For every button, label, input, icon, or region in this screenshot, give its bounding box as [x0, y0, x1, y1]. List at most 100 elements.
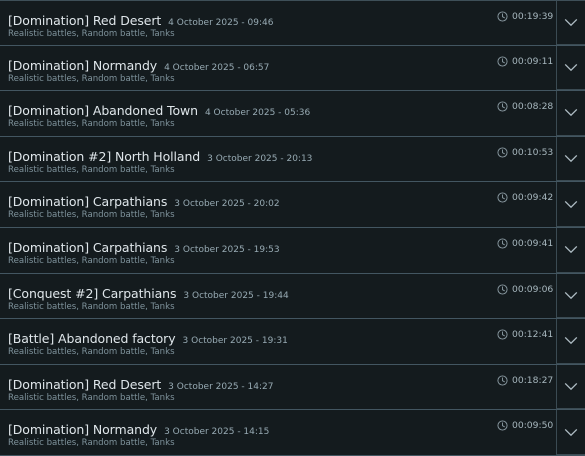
battle-duration-text: 00:19:39 — [512, 11, 554, 22]
chevron-down-icon — [564, 291, 578, 299]
chevron-down-icon — [564, 382, 578, 391]
battle-date: 3 October 2025 - 19:53 — [174, 244, 280, 255]
battle-title: [Conquest #2] Carpathians — [8, 285, 177, 301]
clock-icon — [497, 147, 508, 158]
battle-duration: 00:12:41 — [497, 329, 553, 340]
expand-button[interactable] — [556, 273, 585, 319]
chevron-down-icon — [564, 428, 578, 436]
expand-button[interactable] — [556, 91, 585, 136]
battle-row[interactable]: [Conquest #2] Carpathians 3 October 2025 … — [0, 273, 585, 320]
battle-title: [Domination] Normandy — [8, 422, 158, 438]
expand-button[interactable] — [556, 227, 585, 273]
battle-duration: 00:09:06 — [497, 284, 553, 295]
battle-row[interactable]: [Domination] Carpathians 3 October 2025 -… — [0, 182, 585, 228]
battle-duration-text: 00:09:50 — [512, 420, 554, 432]
battle-row[interactable]: [Domination] Red Desert 3 October 2025 - … — [0, 364, 585, 411]
battle-duration: 00:09:11 — [497, 56, 553, 67]
clock-icon — [497, 329, 508, 340]
battle-duration: 00:09:42 — [497, 192, 553, 203]
battle-title-line: [Domination] Abandoned Town 4 October 202… — [8, 100, 310, 119]
battle-date: 3 October 2025 - 19:31 — [182, 336, 288, 347]
battle-duration: 00:09:41 — [497, 238, 553, 249]
battle-date: 3 October 2025 - 14:27 — [168, 381, 274, 392]
battle-duration-text: 00:10:53 — [512, 146, 554, 158]
battle-date: 4 October 2025 - 06:57 — [164, 62, 270, 73]
battle-title: [Battle] Abandoned factory — [8, 331, 176, 347]
chevron-down-icon — [564, 63, 578, 72]
expand-button[interactable] — [556, 45, 585, 91]
battle-duration-text: 00:12:41 — [512, 329, 554, 341]
battle-row[interactable]: [Domination] Normandy 3 October 2025 - 14… — [0, 410, 585, 456]
expand-button[interactable] — [556, 136, 585, 182]
battle-title: [Domination #2] North Holland — [8, 148, 201, 164]
battle-duration: 00:19:39 — [497, 11, 553, 22]
battle-title: [Domination] Red Desert — [8, 376, 162, 392]
chevron-down-icon — [564, 18, 578, 26]
battle-duration-text: 00:08:28 — [512, 101, 554, 113]
battle-title-line: [Battle] Abandoned factory 3 October 2025… — [8, 328, 288, 347]
battle-date: 4 October 2025 - 05:36 — [204, 108, 311, 119]
battle-mode: Realistic battles, Random battle, Tanks — [8, 119, 175, 130]
battle-title: [Domination] Red Desert — [8, 13, 162, 28]
battle-mode: Realistic battles, Random battle, Tanks — [8, 301, 175, 312]
battle-row[interactable]: [Domination] Red Desert 4 October 2025 - … — [0, 0, 585, 46]
battle-duration-text: 00:09:42 — [512, 192, 554, 204]
chevron-down-icon — [564, 200, 578, 208]
chevron-down-icon — [564, 155, 578, 163]
clock-icon — [497, 420, 508, 431]
battle-title: [Domination] Abandoned Town — [8, 103, 198, 119]
battle-title-line: [Domination #2] North Holland 3 October 2… — [8, 146, 312, 165]
battle-mode: Realistic battles, Random battle, Tanks — [8, 347, 175, 358]
battle-mode: Realistic battles, Random battle, Tanks — [8, 438, 175, 449]
expand-button[interactable] — [556, 364, 585, 410]
battle-row[interactable]: [Domination #2] North Holland 3 October 2… — [0, 136, 585, 183]
battle-title: [Domination] Normandy — [8, 57, 158, 73]
battle-duration: 00:18:27 — [497, 375, 553, 386]
battle-title-line: [Domination] Normandy 3 October 2025 - 14… — [8, 419, 269, 438]
expand-button[interactable] — [556, 1, 585, 45]
battle-title-line: [Domination] Carpathians 3 October 2025 -… — [8, 191, 280, 210]
expand-button[interactable] — [556, 182, 585, 227]
battle-duration: 00:08:28 — [497, 101, 553, 112]
battle-history-list: [Domination] Red Desert 4 October 2025 - … — [0, 0, 585, 456]
chevron-down-icon — [564, 109, 578, 117]
battle-date: 4 October 2025 - 09:46 — [168, 18, 274, 28]
clock-icon — [497, 101, 508, 112]
battle-mode: Realistic battles, Random battle, Tanks — [8, 210, 175, 221]
expand-button[interactable] — [556, 319, 585, 364]
battle-mode: Realistic battles, Random battle, Tanks — [8, 73, 175, 84]
battle-title-line: [Domination] Red Desert 4 October 2025 - … — [8, 10, 273, 29]
battle-duration: 00:10:53 — [497, 147, 553, 158]
battle-row[interactable]: [Domination] Abandoned Town 4 October 202… — [0, 91, 585, 137]
battle-duration-text: 00:09:11 — [512, 55, 554, 67]
battle-title-line: [Domination] Normandy 4 October 2025 - 06… — [8, 55, 269, 74]
clock-icon — [497, 284, 508, 295]
battle-title-line: [Domination] Red Desert 3 October 2025 - … — [8, 374, 273, 393]
battle-title: [Domination] Carpathians — [8, 194, 168, 210]
chevron-down-icon — [564, 246, 578, 254]
clock-icon — [497, 238, 508, 249]
chevron-down-icon — [564, 337, 578, 345]
battle-title-line: [Domination] Carpathians 3 October 2025 -… — [8, 237, 280, 256]
battle-date: 3 October 2025 - 19:44 — [183, 290, 289, 301]
battle-date: 3 October 2025 - 20:02 — [174, 199, 280, 210]
battle-duration: 00:09:50 — [497, 420, 553, 431]
battle-row[interactable]: [Domination] Normandy 4 October 2025 - 06… — [0, 45, 585, 92]
battle-title: [Domination] Carpathians — [8, 239, 168, 255]
battle-mode: Realistic battles, Random battle, Tanks — [8, 164, 175, 175]
battle-duration-text: 00:09:06 — [512, 283, 554, 295]
battle-duration-text: 00:09:41 — [512, 237, 554, 249]
clock-icon — [497, 56, 508, 67]
battle-date: 3 October 2025 - 20:13 — [207, 153, 313, 164]
battle-mode: Realistic battles, Random battle, Tanks — [8, 29, 175, 39]
battle-row[interactable]: [Domination] Carpathians 3 October 2025 -… — [0, 227, 585, 274]
clock-icon — [497, 192, 508, 203]
battle-date: 3 October 2025 - 14:15 — [164, 427, 270, 438]
battle-mode: Realistic battles, Random battle, Tanks — [8, 392, 175, 403]
battle-title-line: [Conquest #2] Carpathians 3 October 2025 … — [8, 283, 289, 302]
clock-icon — [497, 375, 508, 386]
clock-icon — [497, 11, 508, 22]
battle-row[interactable]: [Battle] Abandoned factory 3 October 2025… — [0, 319, 585, 365]
expand-button[interactable] — [556, 410, 585, 455]
battle-mode: Realistic battles, Random battle, Tanks — [8, 255, 175, 266]
